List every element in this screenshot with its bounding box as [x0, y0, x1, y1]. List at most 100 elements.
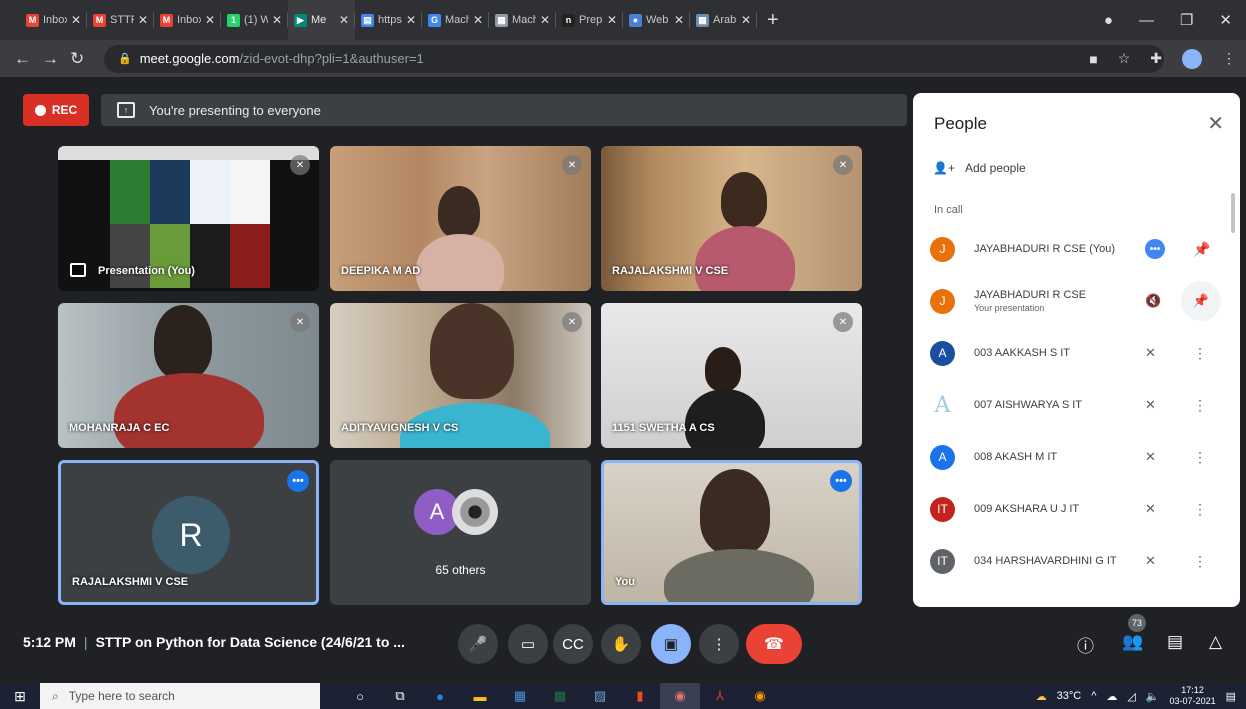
network-icon[interactable]: ◿	[1127, 690, 1135, 703]
cortana-icon[interactable]: ○	[340, 683, 380, 709]
close-tab-icon[interactable]: ✕	[205, 13, 215, 27]
browser-tab[interactable]: n Prepar ✕	[556, 0, 623, 40]
browser-tab[interactable]: 1 (1) Wh ✕	[221, 0, 288, 40]
tray-overflow-icon[interactable]: ^	[1091, 690, 1096, 702]
participant-tile-rajalakshmi-video[interactable]: ✕ RAJALAKSHMI V CSE	[601, 146, 862, 291]
close-tab-icon[interactable]: ✕	[71, 13, 81, 27]
browser-tab[interactable]: M STTP o ✕	[87, 0, 154, 40]
browser-tab[interactable]: ● Web ✕	[623, 0, 690, 40]
url-input[interactable]: 🔒 meet.google.com /zid-evot-dhp?pli=1&au…	[104, 44, 1164, 73]
people-icon[interactable]: 👥	[1122, 632, 1143, 652]
participant-row[interactable]: A 008 AKASH M IT ✕ ⋮	[913, 432, 1240, 482]
meeting-details-icon[interactable]: ⓘ	[1077, 632, 1094, 657]
browser-tab[interactable]: G Machi ✕	[422, 0, 489, 40]
more-vert-icon[interactable]: ⋮	[1193, 397, 1207, 414]
microphone-button[interactable]: 🎤	[458, 624, 498, 664]
forward-icon[interactable]: →	[42, 49, 70, 69]
tab-title: STTP o	[110, 14, 134, 26]
more-vert-icon[interactable]: ⋮	[1193, 501, 1207, 518]
browser-tab[interactable]: M Inbox ✕	[154, 0, 221, 40]
cloud-icon[interactable]: ☁	[1106, 690, 1117, 703]
tab-title: Machi	[445, 14, 469, 26]
participant-row[interactable]: A 007 AISHWARYA S IT ✕ ⋮	[913, 380, 1240, 430]
participant-tile-self[interactable]: ••• You	[601, 460, 862, 605]
raise-hand-button[interactable]: ✋	[601, 624, 641, 664]
back-icon[interactable]: ←	[14, 49, 42, 69]
participant-tile-adityavignesh[interactable]: ✕ ADITYAVIGNESH V CS	[330, 303, 591, 448]
more-vert-icon[interactable]: ⋮	[1193, 553, 1207, 570]
close-tab-icon[interactable]: ✕	[272, 13, 282, 27]
weather-icon[interactable]: ☁	[1036, 690, 1047, 703]
office-icon[interactable]: ▮	[620, 683, 660, 709]
participant-row[interactable]: IT 034 HARSHAVARDHINI G IT ✕ ⋮	[913, 536, 1240, 586]
close-tab-icon[interactable]: ✕	[674, 13, 684, 27]
pin-icon[interactable]: 📌	[1193, 241, 1210, 258]
acrobat-icon[interactable]: ⅄	[700, 683, 740, 709]
camera-in-use-icon[interactable]: ■	[1089, 51, 1097, 67]
pin-icon[interactable]: 📌	[1181, 281, 1221, 321]
page-icon: ▦	[696, 13, 709, 27]
reload-icon[interactable]: ↻	[70, 49, 98, 69]
chrome-icon[interactable]: ◉	[660, 683, 700, 709]
participant-row[interactable]: A 003 AAKKASH S IT ✕ ⋮	[913, 328, 1240, 378]
photos-icon[interactable]: ▨	[580, 683, 620, 709]
tile-label: RAJALAKSHMI V CSE	[612, 265, 729, 277]
browser-tab[interactable]: ▤ https:/ ✕	[355, 0, 422, 40]
chat-icon[interactable]: ▤	[1167, 632, 1183, 652]
bookmark-star-icon[interactable]: ☆	[1118, 50, 1131, 67]
close-tab-icon[interactable]: ✕	[607, 13, 617, 27]
participant-tile-deepika[interactable]: ✕ DEEPIKA M AD	[330, 146, 591, 291]
profile-avatar[interactable]	[1182, 48, 1202, 69]
chrome-alt-icon[interactable]: ◉	[740, 683, 780, 709]
windows-start-icon[interactable]: ⊞	[0, 688, 40, 705]
participant-row[interactable]: J JAYABHADURI R CSE Your presentation 🔇 📌	[913, 276, 1240, 326]
camera-button[interactable]: ▭	[508, 624, 548, 664]
participant-tile-others[interactable]: A 65 others	[330, 460, 591, 605]
excel-icon[interactable]: ▩	[540, 683, 580, 709]
more-vert-icon[interactable]: ⋮	[1193, 449, 1207, 466]
browser-menu-icon[interactable]: ⋮	[1222, 50, 1236, 67]
participant-tile-presentation[interactable]: ✕ Presentation (You)	[58, 146, 319, 291]
leave-call-button[interactable]: ☎	[746, 624, 802, 664]
file-explorer-icon[interactable]: ▬	[460, 683, 500, 709]
add-people-button[interactable]: 👤+ Add people	[933, 161, 1026, 175]
participant-row[interactable]: J JAYABHADURI R CSE (You) ••• 📌	[913, 224, 1240, 274]
close-panel-icon[interactable]: ✕	[1207, 111, 1224, 136]
participant-tile-mohanraja[interactable]: ✕ MOHANRAJA C EC	[58, 303, 319, 448]
close-tab-icon[interactable]: ✕	[540, 13, 550, 27]
captions-button[interactable]: CC	[553, 624, 593, 664]
others-count: 65 others	[435, 563, 486, 577]
extensions-icon[interactable]: ✚	[1150, 50, 1162, 67]
participant-tile-swetha[interactable]: ✕ 1151 SWETHA A CS	[601, 303, 862, 448]
more-options-button[interactable]: ⋮	[699, 624, 739, 664]
maximize-button[interactable]: ❐	[1180, 11, 1193, 29]
more-vert-icon[interactable]: ⋮	[1193, 345, 1207, 362]
minimize-button[interactable]: —	[1139, 12, 1154, 29]
participant-row[interactable]: IT 009 AKSHARA U J IT ✕ ⋮	[913, 484, 1240, 534]
notifications-icon[interactable]: ▤	[1226, 690, 1236, 703]
browser-tab[interactable]: ▦ Arabic ✕	[690, 0, 757, 40]
close-window-button[interactable]: ✕	[1219, 11, 1232, 29]
close-tab-icon[interactable]: ✕	[339, 13, 349, 27]
task-view-icon[interactable]: ⧉	[380, 683, 420, 709]
account-icon[interactable]: ●	[1104, 12, 1113, 29]
browser-tab[interactable]: ▦ Machi ✕	[489, 0, 556, 40]
edge-icon[interactable]: ●	[420, 683, 460, 709]
volume-icon[interactable]: 🔈	[1146, 690, 1160, 703]
more-options-icon[interactable]: •••	[287, 470, 309, 492]
more-options-icon[interactable]: •••	[830, 470, 852, 492]
clock[interactable]: 17:12 03-07-2021	[1170, 685, 1216, 707]
new-tab-button[interactable]: +	[767, 9, 779, 32]
browser-tab[interactable]: ▶ Me ✕	[288, 0, 355, 40]
hand-icon: ✋	[611, 636, 631, 653]
close-tab-icon[interactable]: ✕	[741, 13, 751, 27]
activities-icon[interactable]: △	[1209, 632, 1222, 652]
browser-tab[interactable]: M Inbox ✕	[20, 0, 87, 40]
present-button[interactable]: ▣	[651, 624, 691, 664]
close-tab-icon[interactable]: ✕	[406, 13, 416, 27]
close-tab-icon[interactable]: ✕	[473, 13, 483, 27]
taskbar-search-input[interactable]: ⌕ Type here to search	[40, 683, 320, 709]
store-icon[interactable]: ▦	[500, 683, 540, 709]
participant-tile-rajalakshmi-avatar[interactable]: ••• R RAJALAKSHMI V CSE	[58, 460, 319, 605]
close-tab-icon[interactable]: ✕	[138, 13, 148, 27]
